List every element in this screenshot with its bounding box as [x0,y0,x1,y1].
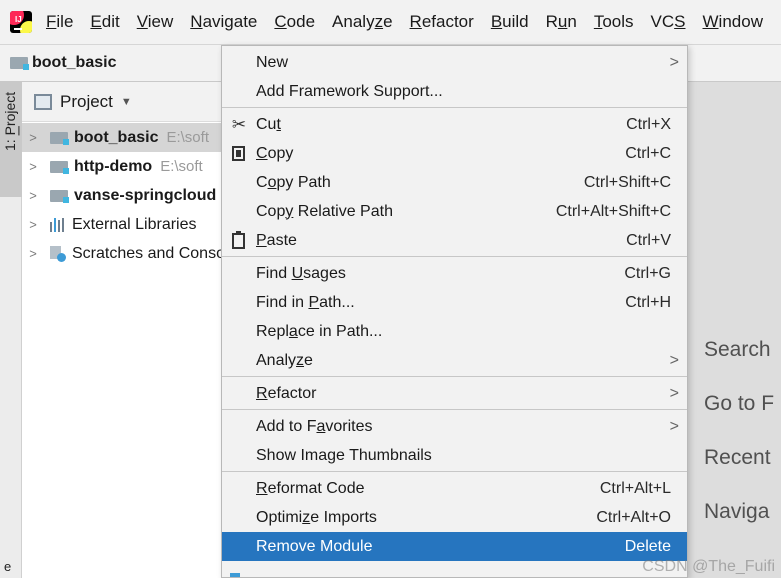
chevron-right-icon: > [669,351,679,369]
menu-item-add-to-favorites[interactable]: Add to Favorites > [222,412,687,441]
copy-icon [232,146,245,161]
tree-item-name: External Libraries [72,215,197,233]
menu-item-copy-relative-path[interactable]: Copy Relative Path Ctrl+Alt+Shift+C [222,197,687,226]
expand-arrow-icon[interactable]: > [26,130,40,145]
project-view-icon [34,93,52,110]
menu-item-optimize-imports[interactable]: Optimize Imports Ctrl+Alt+O [222,503,687,532]
expand-arrow-icon[interactable]: > [26,217,40,232]
project-context-menu: New > Add Framework Support... ✂ Cut Ctr… [221,45,688,578]
menu-edit[interactable]: Edit [90,12,119,32]
menu-vcs[interactable]: VCS [651,12,686,32]
menu-tools[interactable]: Tools [594,12,634,32]
chevron-right-icon: > [669,384,679,402]
scratches-icon [50,245,66,262]
menu-code[interactable]: Code [274,12,315,32]
shortcut-label: Ctrl+Shift+C [583,173,671,191]
project-panel: Project ▼ > boot_basic E:\soft > http-de… [22,82,252,578]
expand-arrow-icon[interactable]: > [26,159,40,174]
tree-item-name: vanse-springcloud [74,186,217,204]
menu-navigate[interactable]: Navigate [190,12,257,32]
menu-analyze[interactable]: Analyze [332,12,393,32]
scissors-icon: ✂ [231,114,247,134]
tree-item-path: E:\soft [166,129,209,146]
menu-separator [222,107,687,108]
shortcut-label: Ctrl+X [626,115,671,133]
shortcut-label: Ctrl+Alt+Shift+C [555,202,671,220]
menu-refactor[interactable]: Refactor [410,12,474,32]
menu-item-cut[interactable]: ✂ Cut Ctrl+X [222,110,687,139]
hint-navigation-bar: Naviga [704,500,770,523]
tree-row[interactable]: > vanse-springcloud [22,181,252,210]
menu-separator [222,409,687,410]
tree-row[interactable]: > http-demo E:\soft [22,152,252,181]
hint-search-everywhere: Search [704,338,771,361]
chevron-right-icon: > [669,53,679,71]
left-tool-stripe: 1: Project e [0,82,22,578]
next-item-icon [230,573,240,577]
module-folder-icon [50,189,69,203]
chevron-down-icon[interactable]: ▼ [121,96,132,108]
menu-window[interactable]: Window [703,12,763,32]
menu-item-reformat-code[interactable]: Reformat Code Ctrl+Alt+L [222,474,687,503]
project-panel-header[interactable]: Project ▼ [22,82,252,122]
menu-item-remove-module[interactable]: Remove Module Delete [222,532,687,561]
breadcrumb-project[interactable]: boot_basic [32,54,116,72]
hint-go-to-file: Go to F [704,392,775,415]
hint-recent-files: Recent [704,446,771,469]
project-panel-title: Project [60,91,113,111]
shortcut-label: Delete [624,537,671,555]
menu-item-show-image-thumbnails[interactable]: Show Image Thumbnails [222,441,687,470]
menu-item-copy-path[interactable]: Copy Path Ctrl+Shift+C [222,168,687,197]
menu-item-refactor[interactable]: Refactor > [222,379,687,408]
chevron-right-icon: > [669,417,679,435]
module-folder-icon [50,131,69,145]
tree-item-path: E:\soft [160,158,203,175]
menu-separator [222,471,687,472]
tree-item-name: boot_basic [74,128,159,146]
stripe-bottom-label[interactable]: e [4,559,11,574]
menu-item-find-in-path[interactable]: Find in Path... Ctrl+H [222,288,687,317]
library-icon [50,217,66,232]
expand-arrow-icon[interactable]: > [26,188,40,203]
menu-item-replace-in-path[interactable]: Replace in Path... [222,317,687,346]
menu-run[interactable]: Run [546,12,577,32]
menu-build[interactable]: Build [491,12,529,32]
menu-item-find-usages[interactable]: Find Usages Ctrl+G [222,259,687,288]
project-tab-label: 1: Project [2,92,18,152]
tree-row[interactable]: > boot_basic E:\soft [22,123,252,152]
menu-separator [222,256,687,257]
tree-row[interactable]: > Scratches and Consoles [22,239,252,268]
tree-item-name: http-demo [74,157,153,175]
shortcut-label: Ctrl+Alt+O [596,508,671,526]
menu-item-new[interactable]: New > [222,48,687,77]
intellij-logo-icon[interactable]: IJ [10,11,32,33]
menu-view[interactable]: View [137,12,174,32]
tree-item-name: Scratches and Consoles [72,244,246,262]
module-folder-icon [10,57,29,70]
shortcut-label: Ctrl+V [626,231,671,249]
shortcut-label: Ctrl+Alt+L [599,479,671,497]
paste-icon [232,230,245,249]
shortcut-label: Ctrl+C [625,144,671,162]
menu-item-add-framework-support[interactable]: Add Framework Support... [222,77,687,106]
main-menu-bar: IJ File Edit View Navigate Code Analyze … [0,0,781,44]
menu-file[interactable]: File [46,12,73,32]
expand-arrow-icon[interactable]: > [26,246,40,261]
menu-item-analyze[interactable]: Analyze > [222,346,687,375]
menu-item-paste[interactable]: Paste Ctrl+V [222,226,687,255]
watermark-text: CSDN @The_Fuifi [642,558,775,575]
tree-row[interactable]: > External Libraries [22,210,252,239]
project-tool-window-tab[interactable]: 1: Project [0,82,22,197]
shortcut-label: Ctrl+H [625,293,671,311]
menu-separator [222,376,687,377]
shortcut-label: Ctrl+G [624,264,671,282]
menu-item-copy[interactable]: Copy Ctrl+C [222,139,687,168]
module-folder-icon [50,160,69,174]
